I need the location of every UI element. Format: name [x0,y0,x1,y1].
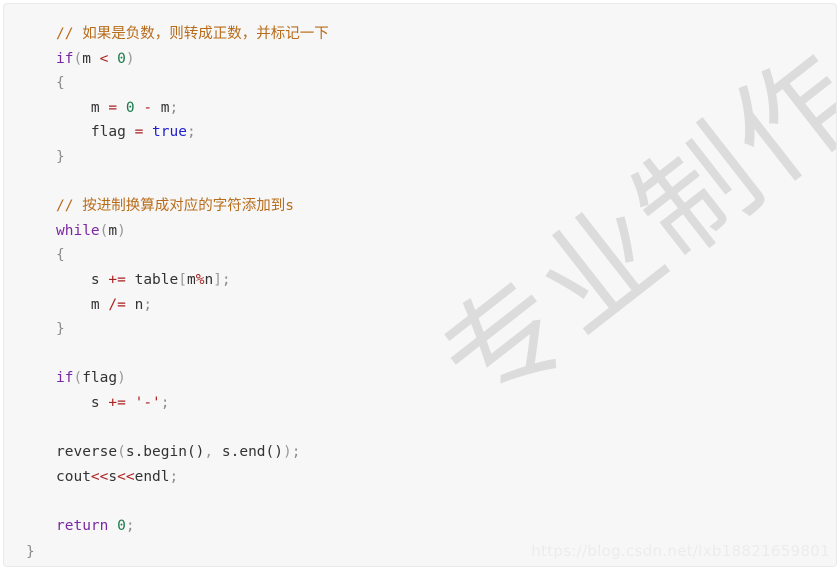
paren-close: ) [117,370,126,387]
code-line: } [56,317,329,342]
paren-close: ) [117,222,126,239]
code-line: // 如果是负数，则转成正数，并标记一下 [56,22,329,47]
semicolon: ; [186,124,196,141]
code-line: { [56,243,329,268]
char-literal: '-' [134,394,161,411]
semicolon: ; [291,444,301,461]
operator-stream-insert: << [117,468,135,485]
url-watermark: https://blog.csdn.net/lxb18821659801 [531,542,830,560]
code-line: s += table[m%n]; [56,268,329,293]
code-line: flag = true; [56,120,329,145]
bracket-open: [ [178,271,187,288]
function-reverse: reverse [56,444,118,461]
semicolon: ; [221,271,231,288]
code-line: { [56,71,329,96]
arg-begin-iterator: s.begin() [125,444,205,461]
code-line: if(flag) [56,366,329,391]
number-zero: 0 [125,99,135,116]
identifier-flag: flag [90,124,126,141]
number-zero: 0 [117,50,126,67]
operator-plus-assign: += [108,394,126,411]
bracket-close: ] [213,271,222,288]
code-comment: // 如果是负数，则转成正数，并标记一下 [56,26,329,42]
closing-brace-line: } [26,540,35,565]
paren-close: ) [283,444,292,461]
identifier-m: m [160,99,170,116]
semicolon: ; [143,296,153,313]
identifier-n: n [204,271,214,288]
identifier-s: s [108,468,118,485]
keyword-if: if [56,50,74,67]
operator-div-assign: /= [108,296,126,313]
identifier-m: m [90,99,100,116]
diagonal-watermark: 专业制作 [416,24,837,435]
paren-open: ( [73,370,83,387]
operator-minus: - [143,99,153,116]
operator-assign: = [134,124,144,141]
code-block-card: 专业制作 // 如果是负数，则转成正数，并标记一下 if(m < 0){ m = … [3,3,837,567]
code-comment: // 按进制换算成对应的字符添加到s [56,198,294,215]
identifier-m: m [108,222,118,239]
operator-plus-assign: += [108,271,126,288]
identifier-m: m [82,50,91,67]
brace-open: { [56,247,65,264]
source-code-listing[interactable]: // 如果是负数，则转成正数，并标记一下 if(m < 0){ m = 0 - m… [56,22,329,538]
paren-open: ( [73,50,83,67]
identifier-endl: endl [134,468,170,485]
identifier-s: s [90,394,100,411]
boolean-true: true [152,124,187,141]
operator-stream-insert: << [90,468,109,485]
code-line: } [56,145,329,170]
operator-lt: < [99,50,109,67]
identifier-s: s [90,271,100,288]
comma: , [204,444,214,461]
brace-open: { [56,75,65,92]
semicolon: ; [125,517,135,534]
code-line: if(m < 0) [56,47,329,72]
screenshot-root: 专业制作 // 如果是负数，则转成正数，并标记一下 if(m < 0){ m = … [0,0,840,570]
operator-assign: = [108,99,118,116]
code-line: s += '-'; [56,391,329,416]
brace-close: } [56,148,65,165]
brace-close: } [26,544,35,560]
identifier-flag: flag [82,370,118,387]
keyword-return: return [56,517,109,534]
code-line: m /= n; [56,293,329,318]
number-zero: 0 [117,517,126,534]
identifier-m: m [90,296,100,313]
keyword-while: while [56,222,100,239]
code-line: // 按进制换算成对应的字符添加到s [56,194,329,219]
paren-close: ) [125,50,135,67]
code-line: reverse(s.begin(), s.end()); [56,440,329,465]
identifier-table: table [134,271,179,288]
code-line: m = 0 - m; [56,96,329,121]
identifier-m: m [186,271,196,288]
semicolon: ; [169,468,179,485]
arg-end-iterator: s.end() [221,444,283,461]
code-line: while(m) [56,219,329,244]
semicolon: ; [160,394,170,411]
brace-close: } [56,321,65,338]
identifier-cout: cout [56,468,91,485]
semicolon: ; [169,99,179,116]
code-line: return 0; [56,514,329,539]
paren-open: ( [117,444,126,461]
keyword-if: if [56,370,74,387]
code-line: cout<<s<<endl; [56,465,329,490]
